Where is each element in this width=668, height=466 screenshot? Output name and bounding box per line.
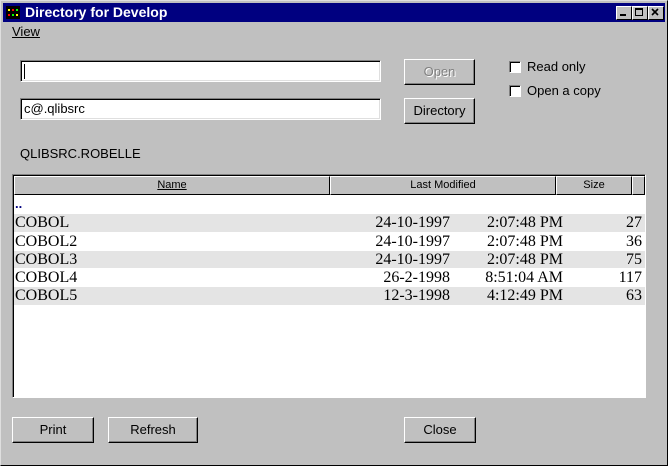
column-header-name-label: Name bbox=[157, 179, 187, 191]
file-time: 2:07:48 PM bbox=[486, 233, 563, 250]
directory-button[interactable]: Directory bbox=[404, 98, 475, 124]
directory-input[interactable]: c@.qlibsrc bbox=[20, 98, 381, 120]
window-title: Directory for Develop bbox=[25, 4, 168, 20]
file-size: 63 bbox=[626, 287, 642, 304]
close-button-label: Close bbox=[423, 422, 457, 437]
refresh-button[interactable]: Refresh bbox=[108, 417, 198, 443]
minimize-button[interactable] bbox=[616, 6, 632, 20]
file-time: 4:12:49 PM bbox=[486, 287, 563, 304]
current-path-label: QLIBSRC.ROBELLE bbox=[20, 146, 141, 161]
column-header-size-label: Size bbox=[583, 179, 605, 191]
print-button-label: Print bbox=[39, 422, 67, 437]
file-name: COBOL3 bbox=[15, 251, 78, 268]
open-copy-label[interactable]: Open a copy bbox=[527, 83, 601, 99]
parent-directory-entry: .. bbox=[15, 196, 23, 211]
table-row[interactable]: COBOL4 26-2-1998 8:51:04 AM 117 bbox=[14, 268, 645, 287]
read-only-checkbox[interactable] bbox=[509, 61, 521, 73]
directory-button-label: Directory bbox=[413, 103, 466, 118]
title-bar[interactable]: Directory for Develop bbox=[3, 3, 665, 22]
column-header-last-modified[interactable]: Last Modified bbox=[330, 176, 556, 195]
file-name: COBOL2 bbox=[15, 233, 78, 250]
app-icon bbox=[6, 6, 20, 19]
column-header-filler bbox=[632, 176, 645, 195]
file-date: 24-10-1997 bbox=[375, 214, 450, 231]
file-name: COBOL bbox=[15, 214, 70, 231]
file-name-input[interactable] bbox=[20, 60, 381, 82]
file-time: 2:07:48 PM bbox=[486, 251, 563, 268]
column-header-size[interactable]: Size bbox=[556, 176, 632, 195]
file-date: 24-10-1997 bbox=[375, 251, 450, 268]
file-time: 8:51:04 AM bbox=[485, 269, 563, 286]
file-size: 36 bbox=[626, 233, 642, 250]
open-copy-checkbox[interactable] bbox=[509, 85, 521, 97]
file-name: COBOL4 bbox=[15, 269, 78, 286]
menu-view-label: View bbox=[12, 24, 40, 39]
table-row[interactable]: COBOL5 12-3-1998 4:12:49 PM 63 bbox=[14, 286, 645, 305]
print-button[interactable]: Print bbox=[12, 417, 94, 443]
file-size: 75 bbox=[626, 251, 642, 268]
table-row[interactable]: COBOL 24-10-1997 2:07:48 PM 27 bbox=[14, 213, 645, 232]
file-date: 24-10-1997 bbox=[375, 233, 450, 250]
file-name: COBOL5 bbox=[15, 287, 78, 304]
table-row[interactable]: COBOL2 24-10-1997 2:07:48 PM 36 bbox=[14, 232, 645, 251]
file-size: 117 bbox=[618, 269, 642, 286]
list-item-parent[interactable]: .. bbox=[14, 195, 645, 213]
file-date: 12-3-1998 bbox=[383, 287, 450, 304]
maximize-icon bbox=[635, 8, 643, 16]
file-list[interactable]: Name Last Modified Size .. COBOL 24-10-1… bbox=[12, 174, 646, 398]
column-header-name[interactable]: Name bbox=[14, 176, 330, 195]
close-window-button[interactable] bbox=[648, 6, 664, 20]
column-header-modified-label: Last Modified bbox=[410, 179, 476, 191]
open-button[interactable]: Open bbox=[404, 59, 475, 85]
file-date: 26-2-1998 bbox=[383, 269, 450, 286]
directory-window: Directory for Develop View c@.qlibsrc Op… bbox=[0, 0, 668, 466]
directory-value: c@.qlibsrc bbox=[24, 101, 85, 116]
text-caret bbox=[24, 64, 25, 80]
close-icon bbox=[651, 8, 659, 16]
minimize-icon bbox=[620, 14, 626, 16]
file-size: 27 bbox=[626, 214, 642, 231]
open-button-label: Open bbox=[423, 64, 456, 79]
file-time: 2:07:48 PM bbox=[486, 214, 563, 231]
close-button[interactable]: Close bbox=[404, 417, 476, 443]
table-row[interactable]: COBOL3 24-10-1997 2:07:48 PM 75 bbox=[14, 250, 645, 269]
read-only-label[interactable]: Read only bbox=[527, 59, 586, 75]
refresh-button-label: Refresh bbox=[130, 422, 176, 437]
maximize-button[interactable] bbox=[632, 6, 648, 20]
menu-view[interactable]: View bbox=[12, 23, 40, 40]
